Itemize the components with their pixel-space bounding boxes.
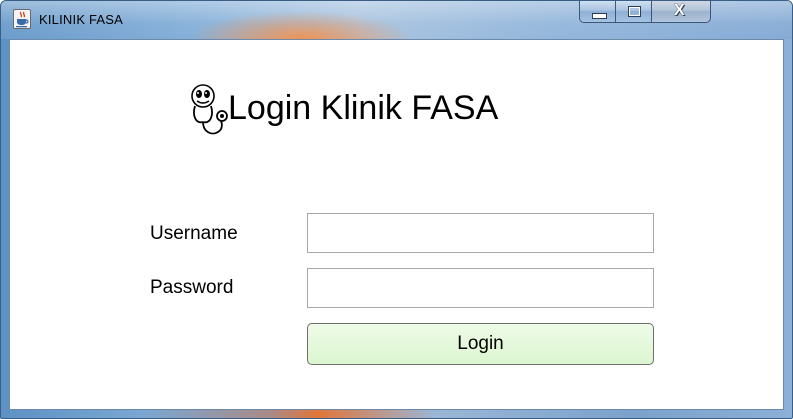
- page-title: Login Klinik FASA: [228, 89, 499, 127]
- password-label: Password: [150, 277, 234, 298]
- username-input[interactable]: [307, 213, 654, 253]
- login-button[interactable]: Login: [307, 323, 654, 365]
- password-input[interactable]: [307, 268, 654, 308]
- stethoscope-icon: [191, 84, 228, 135]
- maximize-button[interactable]: [615, 1, 652, 23]
- login-panel: Login Klinik FASA Username Password Logi…: [9, 39, 784, 410]
- title-bar[interactable]: KILINIK FASA X: [1, 1, 792, 39]
- app-window: KILINIK FASA X Login Klinik FASA Usernam…: [0, 0, 793, 419]
- username-label: Username: [150, 223, 238, 244]
- minimize-icon: [592, 13, 607, 19]
- java-cup-icon: [13, 9, 31, 29]
- maximize-icon: [628, 6, 641, 17]
- close-icon: X: [674, 2, 685, 19]
- minimize-button[interactable]: [579, 1, 616, 23]
- close-button[interactable]: X: [651, 1, 711, 23]
- window-title: KILINIK FASA: [39, 12, 124, 27]
